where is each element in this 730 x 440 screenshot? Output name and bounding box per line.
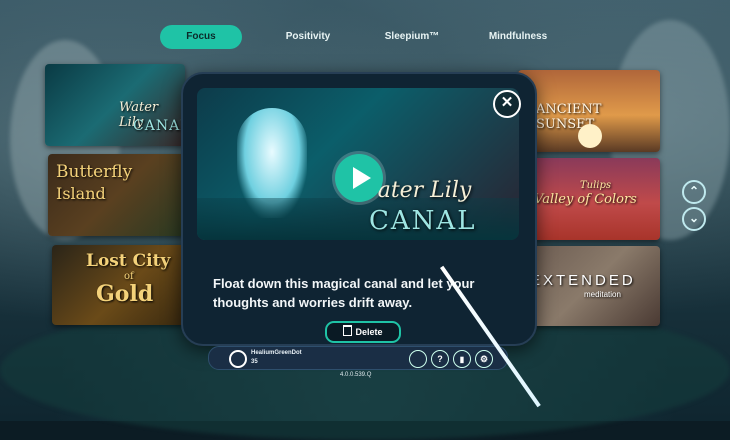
delete-button[interactable]: Delete xyxy=(325,321,401,343)
app-version: 4.0.0.539.Q xyxy=(340,372,372,378)
user-status-bar: HealiumGreenDot 35 ? ▮ ⚙ xyxy=(208,346,508,370)
tab-focus[interactable]: Focus xyxy=(160,25,242,49)
tile-ancient-sunset[interactable]: ANCIENT SUNSET xyxy=(518,70,660,152)
delete-label: Delete xyxy=(355,327,383,337)
stats-button[interactable]: ▮ xyxy=(453,350,471,368)
tile-subtitle: Island xyxy=(56,184,106,203)
gear-icon: ⚙ xyxy=(479,354,489,364)
trash-icon xyxy=(343,325,353,336)
tile-butterfly-island[interactable]: Butterfly Island xyxy=(48,154,185,236)
close-icon: ✕ xyxy=(500,94,514,111)
tile-lost-city-of-gold[interactable]: Lost City of Gold xyxy=(52,245,185,325)
tile-title: Lost City xyxy=(86,251,171,271)
bar-chart-icon: ▮ xyxy=(459,355,465,364)
tile-title: Tulips xyxy=(580,180,612,191)
play-button[interactable] xyxy=(335,154,383,202)
username: HealiumGreenDot xyxy=(251,350,302,356)
user-level: 35 xyxy=(251,359,258,365)
tab-sleepium[interactable]: Sleepium™ xyxy=(365,25,459,49)
tile-extended-meditation[interactable]: EXTENDED meditation xyxy=(518,246,660,326)
close-button[interactable]: ✕ xyxy=(493,90,521,118)
tile-tulips-valley-of-colors[interactable]: Tulips Valley of Colors xyxy=(518,158,660,240)
tile-subtitle: meditation xyxy=(584,290,621,299)
tile-water-lily-canal[interactable]: Water Lily CANAL xyxy=(45,64,185,146)
tile-subtitle: Gold xyxy=(96,281,154,307)
hero-title-caps: CANAL xyxy=(369,206,477,236)
help-icon: ? xyxy=(437,354,443,364)
tile-subtitle: Valley of Colors xyxy=(534,192,637,207)
experience-detail-modal: Water Lily CANAL ✕ Float down this magic… xyxy=(181,72,537,346)
help-button[interactable]: ? xyxy=(431,350,449,368)
vr-headset-icon[interactable] xyxy=(409,350,427,368)
tab-mindfulness[interactable]: Mindfulness xyxy=(475,25,561,49)
category-tabs: Focus Positivity Sleepium™ Mindfulness xyxy=(160,25,590,49)
user-avatar-icon xyxy=(229,350,247,368)
tile-title: EXTENDED xyxy=(530,272,636,289)
scroll-up-button[interactable]: ⌃ xyxy=(682,180,706,204)
sun-shape xyxy=(578,124,602,148)
settings-button[interactable]: ⚙ xyxy=(475,350,493,368)
tab-positivity[interactable]: Positivity xyxy=(268,25,348,49)
tile-title: Butterfly xyxy=(56,162,133,182)
tile-subtitle: CANAL xyxy=(133,118,185,134)
scroll-down-button[interactable]: ⌄ xyxy=(682,207,706,231)
